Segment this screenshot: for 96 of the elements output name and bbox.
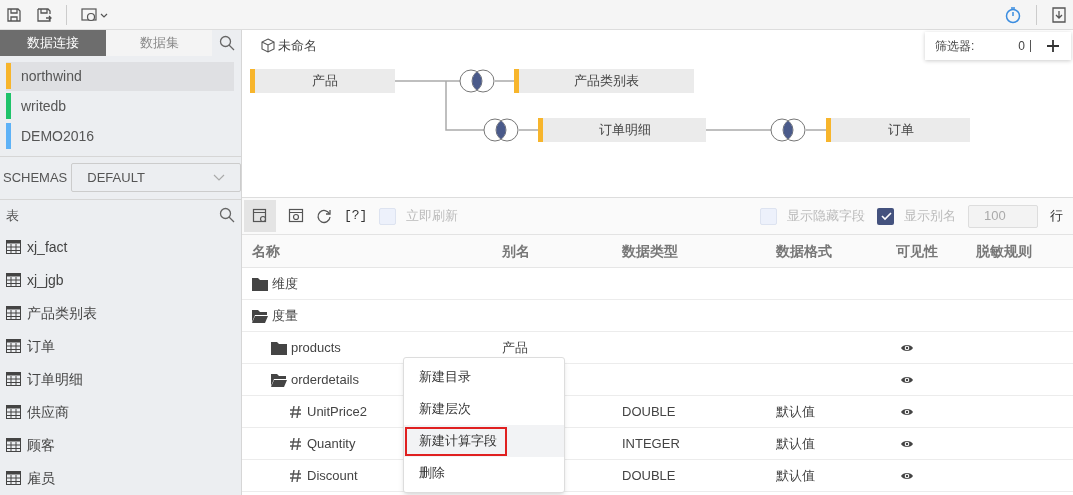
- table-cell: DOUBLE: [622, 467, 676, 483]
- table-cell: 默认值: [776, 403, 815, 419]
- menu-item[interactable]: 新建层次: [405, 394, 473, 424]
- connector-line: [705, 129, 772, 131]
- table-cell-text: Quantity: [307, 434, 356, 453]
- table-icon: [6, 339, 21, 354]
- folder-icon[interactable]: [271, 340, 287, 355]
- connector-line: [805, 129, 827, 131]
- inner-join-icon[interactable]: [483, 118, 519, 142]
- connection-item[interactable]: northwind: [6, 61, 234, 91]
- column-header: 名称: [251, 241, 281, 261]
- column-header: 可见性: [896, 241, 939, 261]
- table-icon: [6, 438, 21, 453]
- menu-item[interactable]: 新建计算字段: [405, 426, 507, 456]
- table-cell: 产品: [502, 339, 528, 355]
- table-cell: INTEGER: [622, 435, 680, 451]
- export-icon[interactable]: [1051, 5, 1067, 24]
- table-icon: [6, 240, 21, 255]
- table-cell-text: 维度: [272, 274, 298, 293]
- hash-icon: [290, 437, 301, 450]
- table-list-item[interactable]: 产品类别表: [0, 297, 241, 330]
- table-list-item[interactable]: 订单: [0, 330, 241, 363]
- table-list-item[interactable]: 供应商: [0, 396, 241, 429]
- table-icon: [6, 471, 21, 486]
- menu-item[interactable]: 删除: [405, 458, 447, 488]
- open-folder-icon[interactable]: [271, 372, 287, 387]
- connection-item[interactable]: writedb: [6, 91, 234, 121]
- hash-icon: [290, 405, 301, 418]
- field-settings-button[interactable]: [244, 200, 276, 232]
- table-node[interactable]: 产品: [250, 69, 395, 93]
- menu-item[interactable]: 新建目录: [405, 362, 473, 392]
- table-list-item[interactable]: 雇员: [0, 462, 241, 495]
- schemas-label: SCHEMAS: [3, 168, 68, 187]
- save-as-icon[interactable]: [36, 6, 52, 23]
- table-cell: 默认值: [776, 467, 815, 483]
- checkbox-label: 显示隐藏字段: [787, 207, 865, 226]
- eye-icon[interactable]: [900, 342, 914, 353]
- checkbox[interactable]: [760, 207, 777, 225]
- checkmark-icon: [879, 210, 892, 222]
- table-node[interactable]: 订单明细: [538, 118, 706, 142]
- connector-line: [518, 129, 539, 131]
- inner-join-icon[interactable]: [770, 118, 806, 142]
- table-node[interactable]: 产品类别表: [514, 69, 694, 93]
- table-settings-icon: [252, 208, 268, 224]
- inner-join-icon[interactable]: [459, 69, 495, 93]
- filter-label: 筛选器:: [935, 38, 975, 55]
- table-list-item[interactable]: 顾客: [0, 429, 241, 462]
- table-cell-text: Discount: [307, 466, 358, 485]
- eye-icon[interactable]: [900, 470, 914, 481]
- refresh-icon[interactable]: [316, 208, 332, 224]
- model-name: 未命名: [278, 37, 317, 55]
- table-icon: [6, 306, 21, 321]
- folder-icon[interactable]: [252, 276, 268, 291]
- preview-icon[interactable]: [288, 208, 304, 224]
- column-header: 脱敏规则: [976, 241, 1033, 261]
- checkbox-label: 立即刷新: [406, 207, 459, 226]
- column-header: 别名: [502, 241, 531, 261]
- table-cell: DOUBLE: [622, 403, 676, 419]
- checkbox-label: 显示别名: [904, 207, 956, 226]
- schema-dropdown[interactable]: DEFAULT: [71, 163, 241, 193]
- open-folder-icon[interactable]: [252, 308, 268, 323]
- connection-item[interactable]: DEMO2016: [6, 121, 234, 151]
- eye-icon[interactable]: [900, 438, 914, 449]
- table-icon: [6, 273, 21, 288]
- search-icon[interactable]: [219, 207, 235, 224]
- checkbox[interactable]: [379, 207, 397, 225]
- connector-line: [494, 80, 515, 82]
- table-list-item[interactable]: xj_jgb: [0, 264, 241, 297]
- filter-count: 0: [1018, 38, 1025, 55]
- eye-icon[interactable]: [900, 374, 914, 385]
- add-icon[interactable]: [1047, 40, 1059, 52]
- chevron-down-icon: [213, 173, 225, 182]
- table-list-item[interactable]: xj_fact: [0, 231, 241, 264]
- table-list-item[interactable]: 订单明细: [0, 363, 241, 396]
- hash-icon: [290, 469, 301, 482]
- table-icon: [6, 405, 21, 420]
- tables-title: 表: [6, 206, 19, 225]
- cube-icon: [260, 37, 276, 54]
- save-icon[interactable]: [6, 6, 22, 23]
- table-node[interactable]: 订单: [826, 118, 970, 142]
- table-cell-text: products: [291, 338, 341, 357]
- table-cell: 默认值: [776, 435, 815, 451]
- checkbox[interactable]: [877, 207, 894, 225]
- stopwatch-icon[interactable]: [1004, 5, 1022, 24]
- table-cell-text: UnitPrice2: [307, 402, 367, 421]
- table-cell-text: orderdetails: [291, 370, 359, 389]
- column-header: 数据格式: [776, 241, 833, 261]
- tab[interactable]: 数据连接: [0, 30, 106, 56]
- table-cell-text: 度量: [272, 306, 298, 325]
- search-icon[interactable]: [218, 34, 235, 51]
- rows-unit-label: 行: [1050, 207, 1063, 226]
- eye-icon[interactable]: [900, 406, 914, 417]
- help-link[interactable]: [?]: [344, 206, 368, 226]
- settings-dropdown-icon[interactable]: [81, 6, 109, 23]
- table-icon: [6, 372, 21, 387]
- column-header: 数据类型: [622, 241, 679, 261]
